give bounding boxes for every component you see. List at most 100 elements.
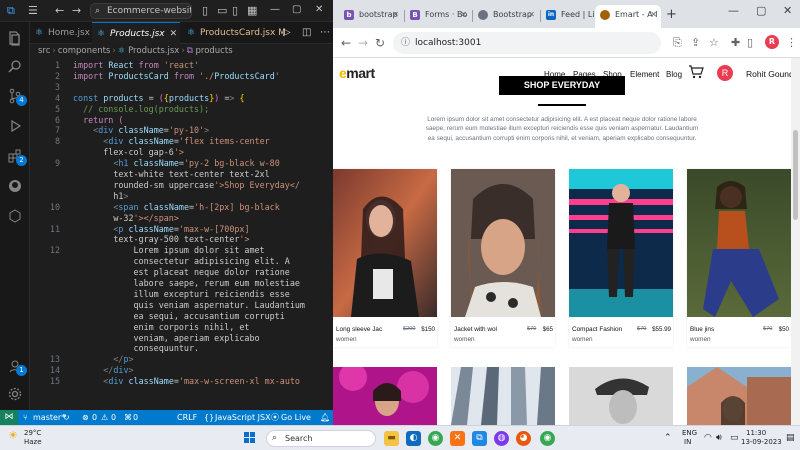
explorer-icon[interactable] [0,24,30,52]
tab-home-jsx[interactable]: ⚛ Home.jsx [30,22,90,44]
close-tab-icon[interactable]: ✕ [528,5,535,25]
back-arrow-icon[interactable]: ← [341,36,351,50]
code-line[interactable]: quis veniam aspernatur. Laudantium [73,300,305,310]
browser-tab-forms[interactable]: B Forms · Bo ✕ [405,5,471,28]
search-icon[interactable] [0,52,30,80]
close-tab-icon[interactable]: ✕ [392,5,399,25]
code-line[interactable]: veniam, aperiam explicabo [73,333,260,343]
run-icon[interactable]: ▷ [283,27,291,38]
settings-gear-icon[interactable] [0,380,30,408]
bookmark-star-icon[interactable]: ☆ [709,36,719,49]
nav-blog[interactable]: Blog [666,70,682,79]
remote-indicator-icon[interactable]: ⋈ [0,410,18,425]
user-avatar[interactable]: R [717,65,733,81]
ports-count[interactable]: 0 [133,410,138,425]
go-live-button[interactable]: Go Live [281,410,311,425]
product-card[interactable]: Jacket with wol $70 $65 women [451,169,555,347]
code-line[interactable]: ea sequi, accusantium corrupti [73,311,285,321]
code-line[interactable]: import React from 'react' [73,60,199,70]
code-line[interactable]: text-white text-center text-2xl [73,169,269,179]
language-mode[interactable]: JavaScript JSX [215,410,271,425]
product-card[interactable] [569,367,673,425]
command-center-search[interactable]: ⌕ Ecommerce-website [90,3,192,19]
code-line[interactable]: <div className='flex items-center [73,136,269,146]
vscode-taskbar-icon[interactable]: ⧉ [472,431,487,446]
more-actions-icon[interactable]: ⋯ [320,27,330,38]
toggle-secondary-sidebar-icon[interactable]: ▯ [232,4,238,18]
breadcrumb-item[interactable]: src [38,46,50,56]
product-image[interactable] [451,169,555,317]
wifi-icon[interactable]: ◠ [704,433,712,443]
error-count[interactable]: 0 [92,410,97,425]
customize-layout-icon[interactable]: ▦ [247,4,257,18]
close-tab-icon[interactable]: ✕ [650,5,657,25]
clock-time[interactable]: 11:30 [746,429,766,437]
app-icon[interactable]: ◍ [494,431,509,446]
windows-start-icon[interactable] [244,432,256,444]
notifications-icon[interactable]: ▤ [786,433,795,443]
code-line[interactable]: text-gray-500 text-center'> [73,234,249,244]
new-tab-button[interactable]: + [666,7,677,22]
toggle-panel-icon[interactable]: ▭ [217,4,227,18]
close-tab-icon[interactable]: ✕ [460,5,467,25]
xampp-icon[interactable]: ✕ [450,431,465,446]
eol-indicator[interactable]: CRLF [177,410,197,425]
input-language[interactable]: ENG [682,429,697,437]
code-line[interactable]: <div className='max-w-screen-xl mx-auto [73,376,300,386]
branch-name[interactable]: master* [33,410,65,425]
menu-icon[interactable]: ☰ [28,4,38,18]
code-line[interactable]: import ProductsCard from './ProductsCard… [73,71,280,81]
side-panel-icon[interactable]: ▯ [747,36,753,49]
browser-tab-emart[interactable]: Emart - A I ✕ [595,5,661,28]
share-icon[interactable]: ⇪ [691,36,700,49]
taskbar-search[interactable]: ⌕ Search [266,430,376,447]
breadcrumb-item[interactable]: products [196,46,233,56]
chrome-icon[interactable]: ◉ [428,431,443,446]
browser-tab-bootstrap-2[interactable]: Bootstrap ✕ [473,5,539,28]
warning-count[interactable]: 0 [111,410,116,425]
scrollbar-thumb[interactable] [793,130,798,220]
code-line[interactable]: </p> [73,354,133,364]
code-line[interactable]: consequuntur. [73,343,200,353]
product-card[interactable]: Blue jins $70 $50 women [687,169,791,347]
minimize-icon[interactable]: — [270,4,280,15]
show-hidden-icons-icon[interactable]: ⌃ [664,433,672,443]
browser-tab-bootstrap[interactable]: b bootstrap ✕ [339,5,403,28]
product-card[interactable] [451,367,555,425]
tab-productscard-jsx[interactable]: ⚛ ProductsCard.jsx M [182,22,286,44]
code-line[interactable]: h1> [73,191,128,201]
close-tab-icon[interactable]: ✕ [170,29,178,39]
accounts-icon[interactable]: 1 [0,352,30,380]
code-line[interactable]: flex-col gap-6'> [73,147,184,157]
install-app-icon[interactable]: ⎘ [673,36,682,50]
product-image[interactable] [687,169,791,317]
clock-date[interactable]: 13-09-2023 [741,438,782,446]
code-line[interactable]: <div className='py-10'> [73,125,209,135]
forward-arrow-icon[interactable]: → [72,4,81,18]
tab-products-jsx[interactable]: ⚛ Products.jsx ✕ [92,22,180,44]
product-image[interactable] [687,367,791,425]
code-line[interactable]: w-32'></span> [73,213,179,223]
code-line[interactable]: enim corporis nihil, et [73,322,250,332]
split-editor-icon[interactable]: ◫ [302,27,311,38]
edge-icon[interactable]: ◐ [406,431,421,446]
weather-widget[interactable]: ☀ 29°C Haze [8,429,42,447]
code-line[interactable]: <p className='max-w-[700px] [73,224,249,234]
code-line[interactable]: </div> [73,365,133,375]
address-bar[interactable]: ⓘ localhost:3001 [393,32,661,54]
input-region[interactable]: IN [684,438,691,446]
run-debug-icon[interactable] [0,112,30,140]
volume-icon[interactable]: 🔊︎ [716,433,722,443]
code-line[interactable]: labore saepe, rerum eum molestiae [73,278,300,288]
firefox-icon[interactable]: ◕ [516,431,531,446]
nav-element[interactable]: Element [630,70,659,79]
code-line[interactable]: Lorem ipsum dolor sit amet [73,245,265,255]
more-menu-icon[interactable]: ⋮ [786,36,797,49]
chrome-active-icon[interactable]: ◉ [540,431,555,446]
site-logo[interactable]: emart [339,65,375,81]
file-explorer-icon[interactable]: ▬ [384,431,399,446]
product-card[interactable] [333,367,437,425]
profile-avatar[interactable]: R [765,35,779,49]
code-line[interactable]: <span className='h-[2px] bg-black [73,202,279,212]
close-icon[interactable]: ✕ [315,4,323,15]
